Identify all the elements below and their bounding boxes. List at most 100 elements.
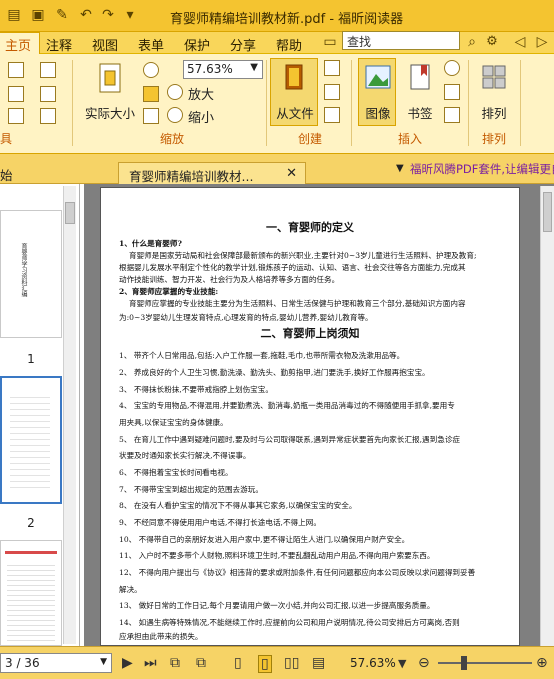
zoom-slider-track[interactable] [438,662,532,664]
list-item: 14、 如遇生病等特殊情况,不能继续工作时,应提前向公司和用户说明情况,待公司安… [119,618,460,627]
back-icon[interactable]: ◁ [512,34,528,50]
ribbon-tab-bar: 主页 注释 视图 表单 保护 分享 帮助 ▭ ⌕ ⚙ ◁ ▷ [0,32,554,54]
scanner-icon[interactable] [324,107,340,123]
bookmark-label: 书签 [407,106,433,121]
zoom-dropdown-icon[interactable]: ▼ [398,657,406,670]
zoom-in-label[interactable]: 放大 [188,84,214,103]
thumbnail-page-1[interactable]: 育婴师学习资料汇编 [0,210,62,338]
fit-visible-icon[interactable] [143,108,159,124]
tab-help[interactable]: 帮助 [276,35,302,54]
pdf-icon[interactable] [324,60,340,76]
page-number-field[interactable]: 3 / 36 ▼ [0,653,112,673]
subheading-what-is: 1、什么是育婴师? [119,239,182,248]
video-icon[interactable] [444,107,460,123]
zoom-out-label[interactable]: 缩小 [188,107,214,126]
document-tab[interactable]: 育婴师精编培训教材... ✕ [118,162,306,184]
document-scroll-thumb[interactable] [543,192,552,232]
zoom-in-icon[interactable] [167,84,183,100]
previous-view-icon[interactable]: ⧉ [170,655,180,671]
single-page-icon[interactable]: ▯ [234,655,242,671]
chevron-down-icon[interactable]: ▼ [100,657,107,667]
actual-size-button[interactable]: 实际大小 [82,60,138,122]
fit-page-icon[interactable] [143,62,159,78]
title-bar: ▤ ▣ ✎ ↶ ↷ ▾ 育婴师精编培训教材新.pdf - 福昕阅读器 [0,0,554,32]
next-page-icon[interactable]: ▶ [122,655,133,671]
tab-comment[interactable]: 注释 [46,35,72,54]
image-label: 图像 [365,106,391,121]
zoom-in-circle-icon[interactable]: ⊕ [536,655,548,671]
list-item: 12、 不得向用户提出与《协议》相违背的要求或附加条件,有任何问题都应向本公司反… [119,568,476,577]
list-item: 2、 养成良好的个人卫生习惯,勤洗澡、勤洗头、勤剪指甲,进门要洗手,换好工作服再… [119,368,430,377]
arrange-button[interactable]: 排列 [474,60,514,122]
group-label-arrange: 排列 [482,132,507,146]
thumbnail-page-3[interactable] [0,540,62,646]
redo-icon[interactable]: ↷ [100,7,116,23]
select-tool-icon[interactable] [8,86,24,102]
ribbon-toggle-icon[interactable]: ▭ [322,34,338,50]
pdf-page: 一、育婴师的定义 1、什么是育婴师? 育婴师是国家劳动局和社会保障部最新颁布的新… [100,187,520,646]
zoom-combo[interactable]: 57.63% ▼ [183,60,263,79]
thumbnail-scrollbar[interactable] [63,186,76,644]
typewriter-icon[interactable] [40,108,56,124]
continuous-facing-icon[interactable]: ▤ [312,655,325,671]
document-scrollbar[interactable] [540,186,554,646]
tab-form[interactable]: 表单 [138,35,164,54]
from-file-button[interactable]: 从文件 [270,60,320,122]
tab-list-dropdown-icon[interactable]: ▼ [396,163,404,174]
list-item: 状要及时通知家长实行解决,不得误事。 [119,451,251,460]
search-icon[interactable]: ⌕ [464,34,480,50]
list-item: 4、 宝宝的专用物品,不得混用,并要勤煮洗、勤消毒,奶瓶一类用品消毒过的不得随便… [119,401,455,410]
group-label-tools: 具 [0,132,13,146]
open-icon[interactable]: ▤ [6,7,22,23]
next-view-icon[interactable]: ⧉ [196,655,206,671]
thumbnail-page-1-text: 育婴师学习资料汇编 [20,243,27,297]
paragraph-1a: 育婴师是国家劳动局和社会保障部最新颁布的新兴职业,主要针对0~3岁儿童进行生活照… [129,251,477,260]
actual-size-icon [99,63,121,93]
hand-tool-icon[interactable] [8,62,24,78]
attachment-icon[interactable] [444,84,460,100]
promo-banner[interactable]: 福昕风腾PDF套件,让编辑更自 [410,161,554,177]
undo-icon[interactable]: ↶ [78,7,94,23]
text-tool-icon[interactable] [40,62,56,78]
divider [72,60,73,146]
arrange-label: 排列 [481,106,507,121]
settings-gear-icon[interactable]: ⚙ [484,34,500,50]
new-doc-icon[interactable]: ✎ [54,7,70,23]
bookmark-button[interactable]: 书签 [402,60,438,122]
thumbnail-page-2[interactable] [0,376,62,504]
document-plus-icon [285,64,303,90]
snapshot-tool-icon[interactable] [40,86,56,102]
image-button[interactable]: 图像 [358,60,398,122]
last-page-icon[interactable]: ⏭ [144,655,157,671]
image-icon [365,65,391,89]
list-item: 8、 在没有人看护宝宝的情况下不得从事其它家务,以确保宝宝的安全。 [119,501,357,510]
list-item: 11、 入户时不要多带个人财物,照料环境卫生时,不要乱翻乱动用户用品,不得向用户… [119,551,435,560]
tab-protect[interactable]: 保护 [184,35,210,54]
subheading-skills: 2、育婴师应掌握的专业技能: [119,287,219,296]
fit-width-icon[interactable] [143,86,159,102]
zoom-slider-thumb[interactable] [461,656,467,670]
status-zoom-value: 57.63% [350,656,396,670]
blank-page-icon[interactable] [324,84,340,100]
forward-icon[interactable]: ▷ [534,34,550,50]
chevron-down-icon[interactable]: ▼ [250,62,258,73]
thumbnail-scroll-thumb[interactable] [65,202,75,224]
divider [351,60,352,146]
link-icon[interactable] [444,60,460,76]
clipboard-icon[interactable] [8,108,24,124]
continuous-page-icon[interactable]: ▯ [258,655,272,673]
prev-tab-label[interactable]: 始 [0,165,13,184]
tab-view[interactable]: 视图 [92,35,118,54]
zoom-out-icon[interactable] [167,107,183,123]
close-tab-icon[interactable]: ✕ [286,166,297,181]
tab-share[interactable]: 分享 [230,35,256,54]
save-icon[interactable]: ▣ [30,7,46,23]
paragraph-1c: 动作技能训练、智力开发、社会行为及人格培养等多方面的任务。 [119,275,340,284]
dropdown-icon[interactable]: ▾ [122,7,138,23]
facing-page-icon[interactable]: ▯▯ [284,655,299,671]
list-item: 9、 不经同意不得使用用户电话,不得打长途电话,不得上网。 [119,518,321,527]
search-input[interactable]: 查找 [342,31,460,50]
zoom-out-circle-icon[interactable]: ⊖ [418,655,430,671]
paragraph-2a: 育婴师应掌握的专业技能主要分为生活照料、日常生活保健与护理和教育三个部分,基础知… [129,299,466,308]
tab-home[interactable]: 主页 [0,32,41,54]
